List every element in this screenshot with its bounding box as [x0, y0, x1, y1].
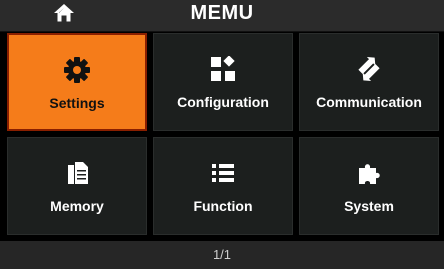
exchange-arrows-icon [356, 56, 382, 82]
page-title: MEMU [190, 2, 254, 24]
page-indicator: 1/1 [212, 247, 232, 262]
puzzle-icon [356, 160, 382, 186]
menu-item-label: Memory [50, 198, 104, 214]
footer-bar: 1/1 [0, 241, 444, 269]
menu-item-label: System [344, 198, 394, 214]
menu-grid: Settings Configuration Communication Mem… [7, 33, 440, 235]
blocks-icon [210, 56, 236, 82]
menu-item-configuration[interactable]: Configuration [153, 33, 293, 131]
menu-item-communication[interactable]: Communication [299, 33, 439, 131]
documents-icon [64, 160, 90, 186]
menu-item-label: Communication [316, 94, 422, 110]
list-icon [210, 160, 236, 186]
title-bar: MEMU [0, 0, 444, 32]
menu-item-function[interactable]: Function [153, 137, 293, 235]
menu-item-settings[interactable]: Settings [7, 33, 147, 131]
gear-icon [64, 57, 90, 83]
menu-item-system[interactable]: System [299, 137, 439, 235]
menu-item-label: Configuration [177, 94, 269, 110]
menu-item-memory[interactable]: Memory [7, 137, 147, 235]
menu-item-label: Settings [49, 95, 105, 111]
menu-item-label: Function [193, 198, 253, 214]
